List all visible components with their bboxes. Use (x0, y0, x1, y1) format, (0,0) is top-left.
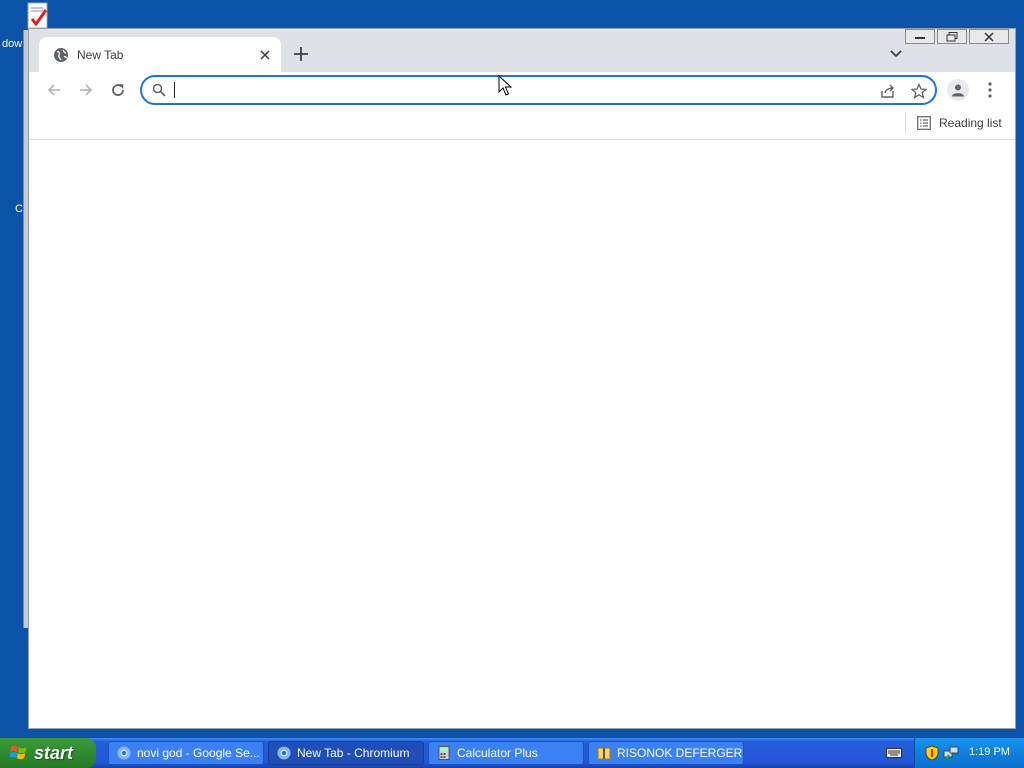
bookmark-star-icon[interactable] (910, 82, 928, 100)
network-icon[interactable] (943, 745, 959, 761)
document-check-icon[interactable] (26, 2, 50, 30)
text-caret (174, 82, 175, 98)
desktop-icon-label[interactable]: dow (2, 38, 22, 50)
system-tray: 1:19 PM (914, 738, 1024, 768)
taskbar: start novi god - Google Se... New Tab - … (0, 738, 1024, 768)
tab-close-icon[interactable] (257, 47, 273, 63)
windows-logo-icon (10, 745, 27, 760)
new-tab-plus-icon[interactable] (291, 44, 311, 64)
reading-list-label: Reading list (939, 116, 1002, 130)
maximize-button[interactable] (937, 29, 967, 44)
globe-icon (53, 47, 69, 63)
tab-title: New Tab (77, 48, 124, 62)
taskbar-item-calculator-plus[interactable]: Calculator Plus (428, 741, 584, 765)
forward-arrow-icon[interactable] (76, 80, 96, 100)
keyboard-icon[interactable] (886, 746, 902, 760)
close-window-button[interactable] (969, 29, 1009, 44)
desktop-icon-label[interactable]: C (15, 203, 23, 215)
calculator-icon (438, 746, 450, 760)
taskbar-item-risonok-deferger[interactable]: RISONOK DEFERGER (588, 741, 744, 765)
search-icon (152, 83, 166, 97)
taskbar-item-label: RISONOK DEFERGER (617, 746, 743, 760)
minimize-button[interactable] (905, 29, 935, 44)
tab-strip: New Tab (29, 29, 1015, 72)
window-controls (905, 29, 1009, 45)
clock[interactable]: 1:19 PM (969, 746, 1010, 758)
browser-window: New Tab Reading list (28, 28, 1016, 729)
reading-list-button[interactable]: Reading list (917, 114, 1002, 132)
kebab-menu-icon[interactable] (982, 79, 998, 101)
mouse-pointer-icon (498, 74, 513, 97)
bookmarks-divider (905, 113, 906, 133)
taskbar-item-google-search[interactable]: novi god - Google Se... (108, 741, 264, 765)
reload-icon[interactable] (108, 80, 128, 100)
security-shield-icon[interactable] (925, 745, 939, 761)
page-content[interactable] (29, 140, 1015, 728)
start-label: start (34, 742, 74, 763)
bookmarks-bar: Reading list (29, 107, 1015, 140)
taskbar-item-label: New Tab - Chromium (297, 746, 410, 760)
address-input[interactable] (174, 80, 864, 100)
tab-search-chevron-down-icon[interactable] (887, 45, 905, 63)
toolbar (29, 72, 1015, 107)
taskbar-item-label: novi god - Google Se... (137, 746, 260, 760)
chromium-icon (277, 746, 291, 760)
taskbar-item-label: Calculator Plus (457, 746, 538, 760)
back-arrow-icon[interactable] (44, 80, 64, 100)
share-icon[interactable] (879, 82, 897, 100)
start-button[interactable]: start (0, 738, 96, 768)
folder-zip-icon (597, 747, 611, 760)
tab-new-tab[interactable]: New Tab (39, 37, 281, 72)
address-bar[interactable] (140, 75, 937, 105)
profile-avatar-icon[interactable] (947, 79, 969, 101)
reading-list-icon (917, 116, 931, 130)
chromium-icon (117, 746, 131, 760)
taskbar-item-new-tab-chromium[interactable]: New Tab - Chromium (268, 741, 424, 765)
